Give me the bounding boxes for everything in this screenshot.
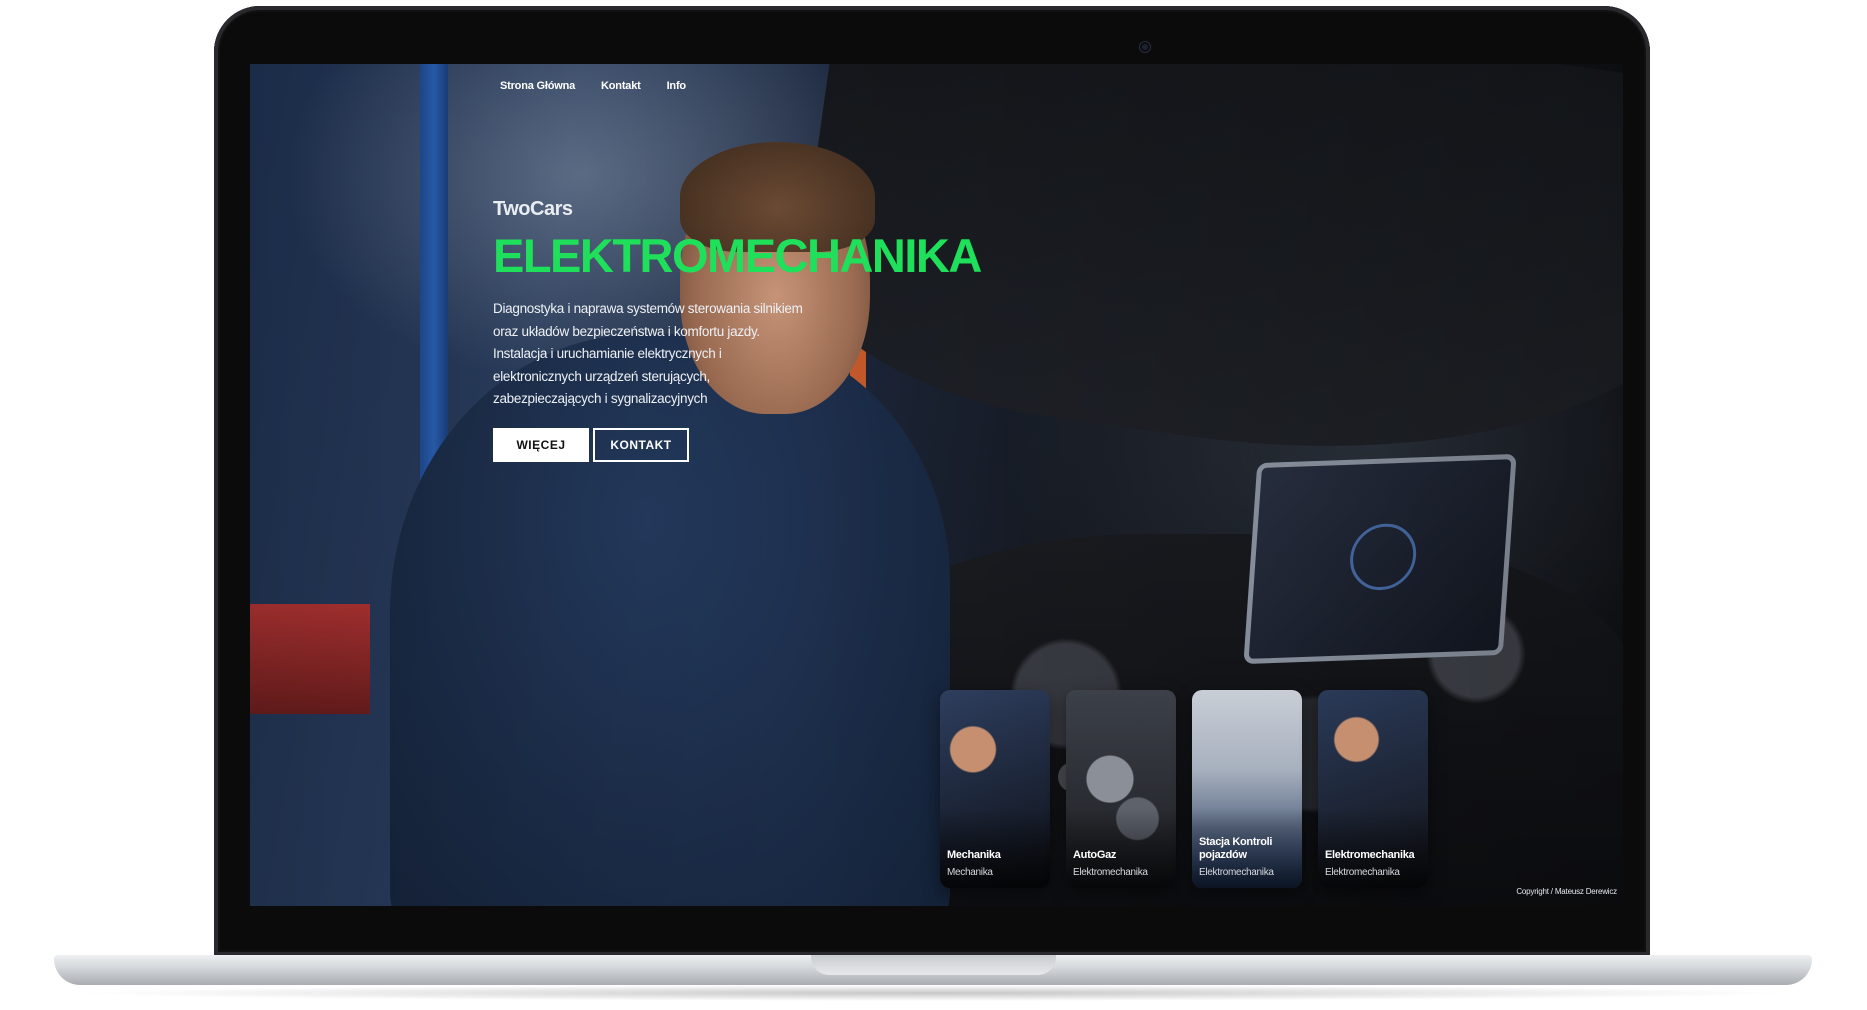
- service-card-mechanika[interactable]: Mechanika Mechanika: [940, 690, 1050, 888]
- laptop-shadow: [70, 985, 1796, 1001]
- hero-headline: ELEKTROMECHANIKA: [493, 229, 982, 282]
- card-subtitle: Elektromechanika: [1073, 867, 1148, 878]
- background-pillar: [420, 64, 448, 624]
- brand-name: TwoCars: [493, 198, 573, 220]
- service-cards: Mechanika Mechanika AutoGaz Elektromecha…: [940, 690, 1428, 888]
- website-screen: Strona Główna Kontakt Info TwoCars ELEKT…: [250, 64, 1623, 906]
- service-card-elektromechanika[interactable]: Elektromechanika Elektromechanika: [1318, 690, 1428, 888]
- service-card-autogaz[interactable]: AutoGaz Elektromechanika: [1066, 690, 1176, 888]
- card-subtitle: Mechanika: [947, 867, 993, 878]
- more-button[interactable]: WIĘCEJ: [493, 428, 589, 462]
- background-mechanic-body: [390, 334, 950, 906]
- hero-description: Diagnostyka i naprawa systemów sterowani…: [493, 301, 803, 406]
- card-title: Stacja Kontroli pojazdów: [1199, 836, 1273, 861]
- card-subtitle: Elektromechanika: [1325, 867, 1400, 878]
- background-car-hood: [785, 64, 1623, 505]
- nav-item-home[interactable]: Strona Główna: [500, 80, 575, 92]
- laptop-mockup: Strona Główna Kontakt Info TwoCars ELEKT…: [0, 0, 1867, 1010]
- copyright-credit: Copyright / Mateusz Derewicz: [1516, 887, 1617, 896]
- nav-item-info[interactable]: Info: [667, 80, 687, 92]
- card-title: AutoGaz: [1073, 849, 1117, 861]
- laptop-notch: [811, 955, 1056, 975]
- card-title: Elektromechanika: [1325, 849, 1415, 861]
- nav-item-contact[interactable]: Kontakt: [601, 80, 641, 92]
- background-beam: [850, 314, 866, 514]
- top-navigation: Strona Główna Kontakt Info: [500, 80, 686, 92]
- contact-button[interactable]: KONTAKT: [593, 428, 689, 462]
- background-diagnostic-laptop: [1243, 453, 1517, 665]
- webcam-icon: [1140, 42, 1150, 52]
- card-subtitle: Elektromechanika: [1199, 867, 1274, 878]
- background-toolbox: [250, 604, 370, 714]
- service-card-stacja-kontroli[interactable]: Stacja Kontroli pojazdów Elektromechanik…: [1192, 690, 1302, 888]
- hero-buttons: WIĘCEJ KONTAKT: [493, 428, 689, 462]
- card-title: Mechanika: [947, 849, 1001, 861]
